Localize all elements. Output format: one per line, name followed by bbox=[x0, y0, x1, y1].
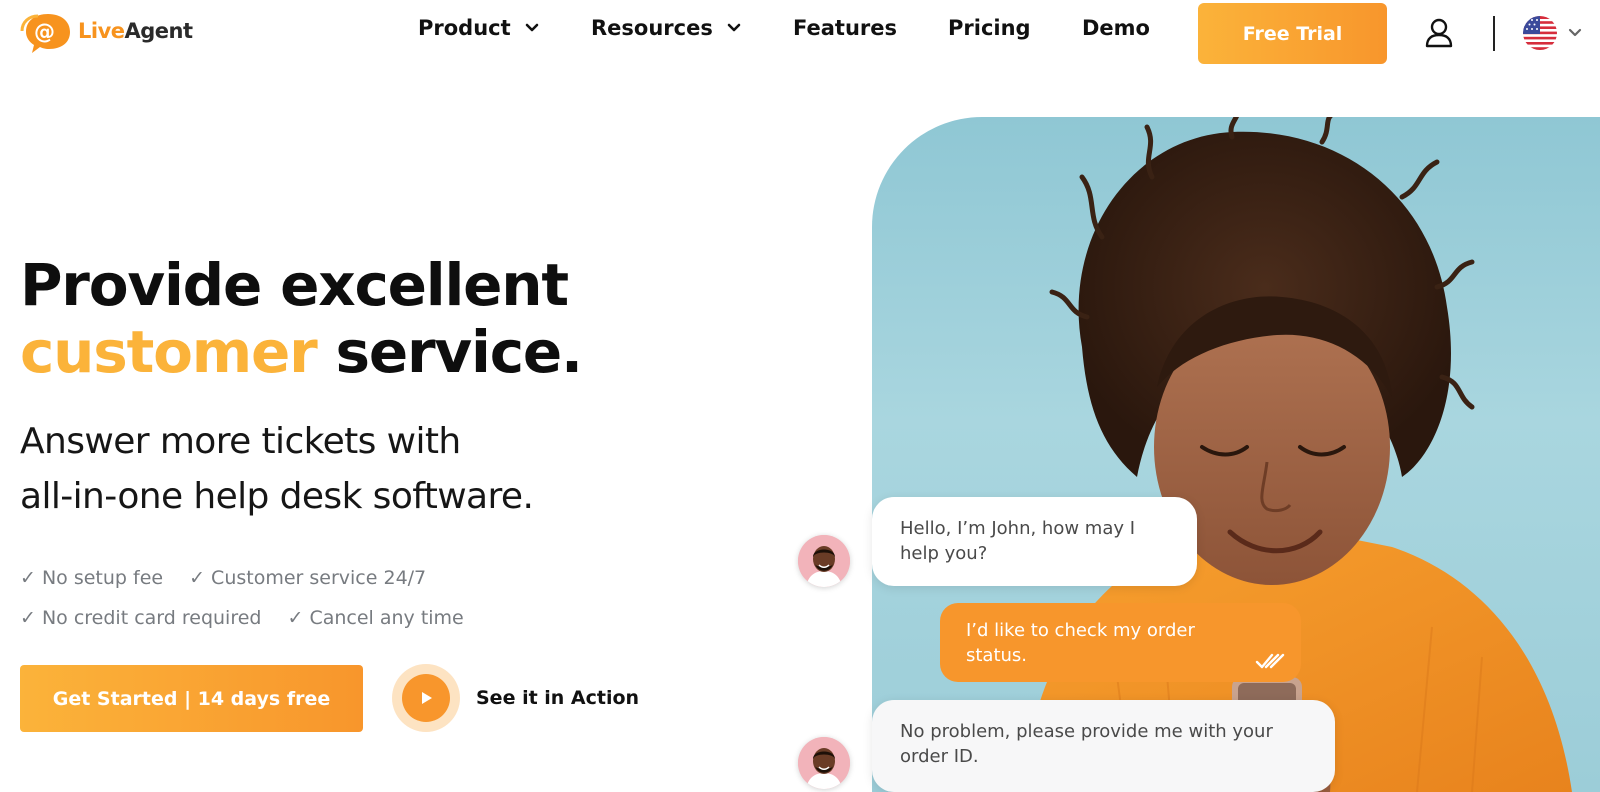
nav-pricing[interactable]: Pricing bbox=[948, 16, 1031, 40]
nav-demo-label: Demo bbox=[1082, 16, 1150, 40]
language-chevron-down-icon[interactable] bbox=[1568, 28, 1582, 38]
hero-title: Provide excellent customer service. bbox=[20, 251, 584, 386]
nav-features[interactable]: Features bbox=[793, 16, 897, 40]
nav-product[interactable]: Product bbox=[418, 16, 539, 40]
logo-wordmark: LiveAgent bbox=[78, 19, 193, 43]
play-button[interactable] bbox=[392, 664, 460, 732]
bullet-no-setup-fee: ✓ No setup fee bbox=[20, 567, 164, 589]
user-icon[interactable] bbox=[1425, 18, 1453, 48]
hero-subtitle-line1: Answer more tickets with bbox=[20, 421, 461, 462]
bullet-cancel-any-time: ✓ Cancel any time bbox=[287, 607, 464, 629]
chat-message-text: Hello, I’m John, how may I bbox=[900, 518, 1136, 539]
nav-resources[interactable]: Resources bbox=[591, 16, 741, 40]
nav-pricing-label: Pricing bbox=[948, 16, 1031, 40]
feature-bullets: ✓ No setup fee ✓ Customer service 24/7 ✓… bbox=[20, 558, 490, 638]
chat-message-text: status. bbox=[966, 645, 1028, 666]
chat-message-agent-greeting: Hello, I’m John, how may I help you? bbox=[872, 497, 1197, 586]
nav-demo[interactable]: Demo bbox=[1082, 16, 1150, 40]
agent-avatar bbox=[798, 737, 850, 789]
svg-text:@: @ bbox=[34, 20, 55, 44]
chat-message-text: I’d like to check my order bbox=[966, 620, 1195, 641]
hero-title-accent: customer bbox=[20, 318, 318, 386]
see-it-in-action-link[interactable]: See it in Action bbox=[392, 664, 639, 732]
double-check-read-icon bbox=[1255, 653, 1285, 669]
chevron-down-icon bbox=[525, 23, 538, 32]
logo[interactable]: @ LiveAgent bbox=[20, 12, 193, 54]
hero-title-rest: service. bbox=[316, 318, 584, 386]
chat-message-agent-request: No problem, please provide me with your … bbox=[872, 700, 1335, 792]
chevron-down-icon bbox=[727, 23, 741, 32]
get-started-button[interactable]: Get Started | 14 days free bbox=[20, 665, 363, 732]
hero-subtitle: Answer more tickets with all-in-one help… bbox=[20, 414, 534, 524]
hero-title-line1: Provide excellent bbox=[20, 251, 569, 319]
hero-photo-woman-with-phone bbox=[872, 117, 1600, 792]
see-it-in-action-label: See it in Action bbox=[476, 687, 640, 709]
logo-chat-bubble-icon: @ bbox=[20, 14, 70, 53]
agent-avatar bbox=[798, 535, 850, 587]
bullet-customer-service: ✓ Customer service 24/7 bbox=[189, 567, 427, 589]
play-icon bbox=[422, 692, 432, 704]
chat-message-text: No problem, please provide me with your bbox=[900, 721, 1273, 742]
chat-message-text: order ID. bbox=[900, 746, 979, 767]
nav-resources-label: Resources bbox=[591, 16, 713, 40]
chat-message-text: help you? bbox=[900, 543, 988, 564]
hero-subtitle-line2: all-in-one help desk software. bbox=[20, 476, 534, 517]
free-trial-button[interactable]: Free Trial bbox=[1198, 3, 1387, 64]
nav-product-label: Product bbox=[418, 16, 511, 40]
bullet-no-credit-card: ✓ No credit card required bbox=[20, 607, 262, 629]
chat-message-customer: I’d like to check my order status. bbox=[940, 603, 1301, 682]
us-flag-icon[interactable] bbox=[1523, 16, 1557, 50]
nav-features-label: Features bbox=[793, 16, 897, 40]
header-divider bbox=[1493, 16, 1495, 51]
